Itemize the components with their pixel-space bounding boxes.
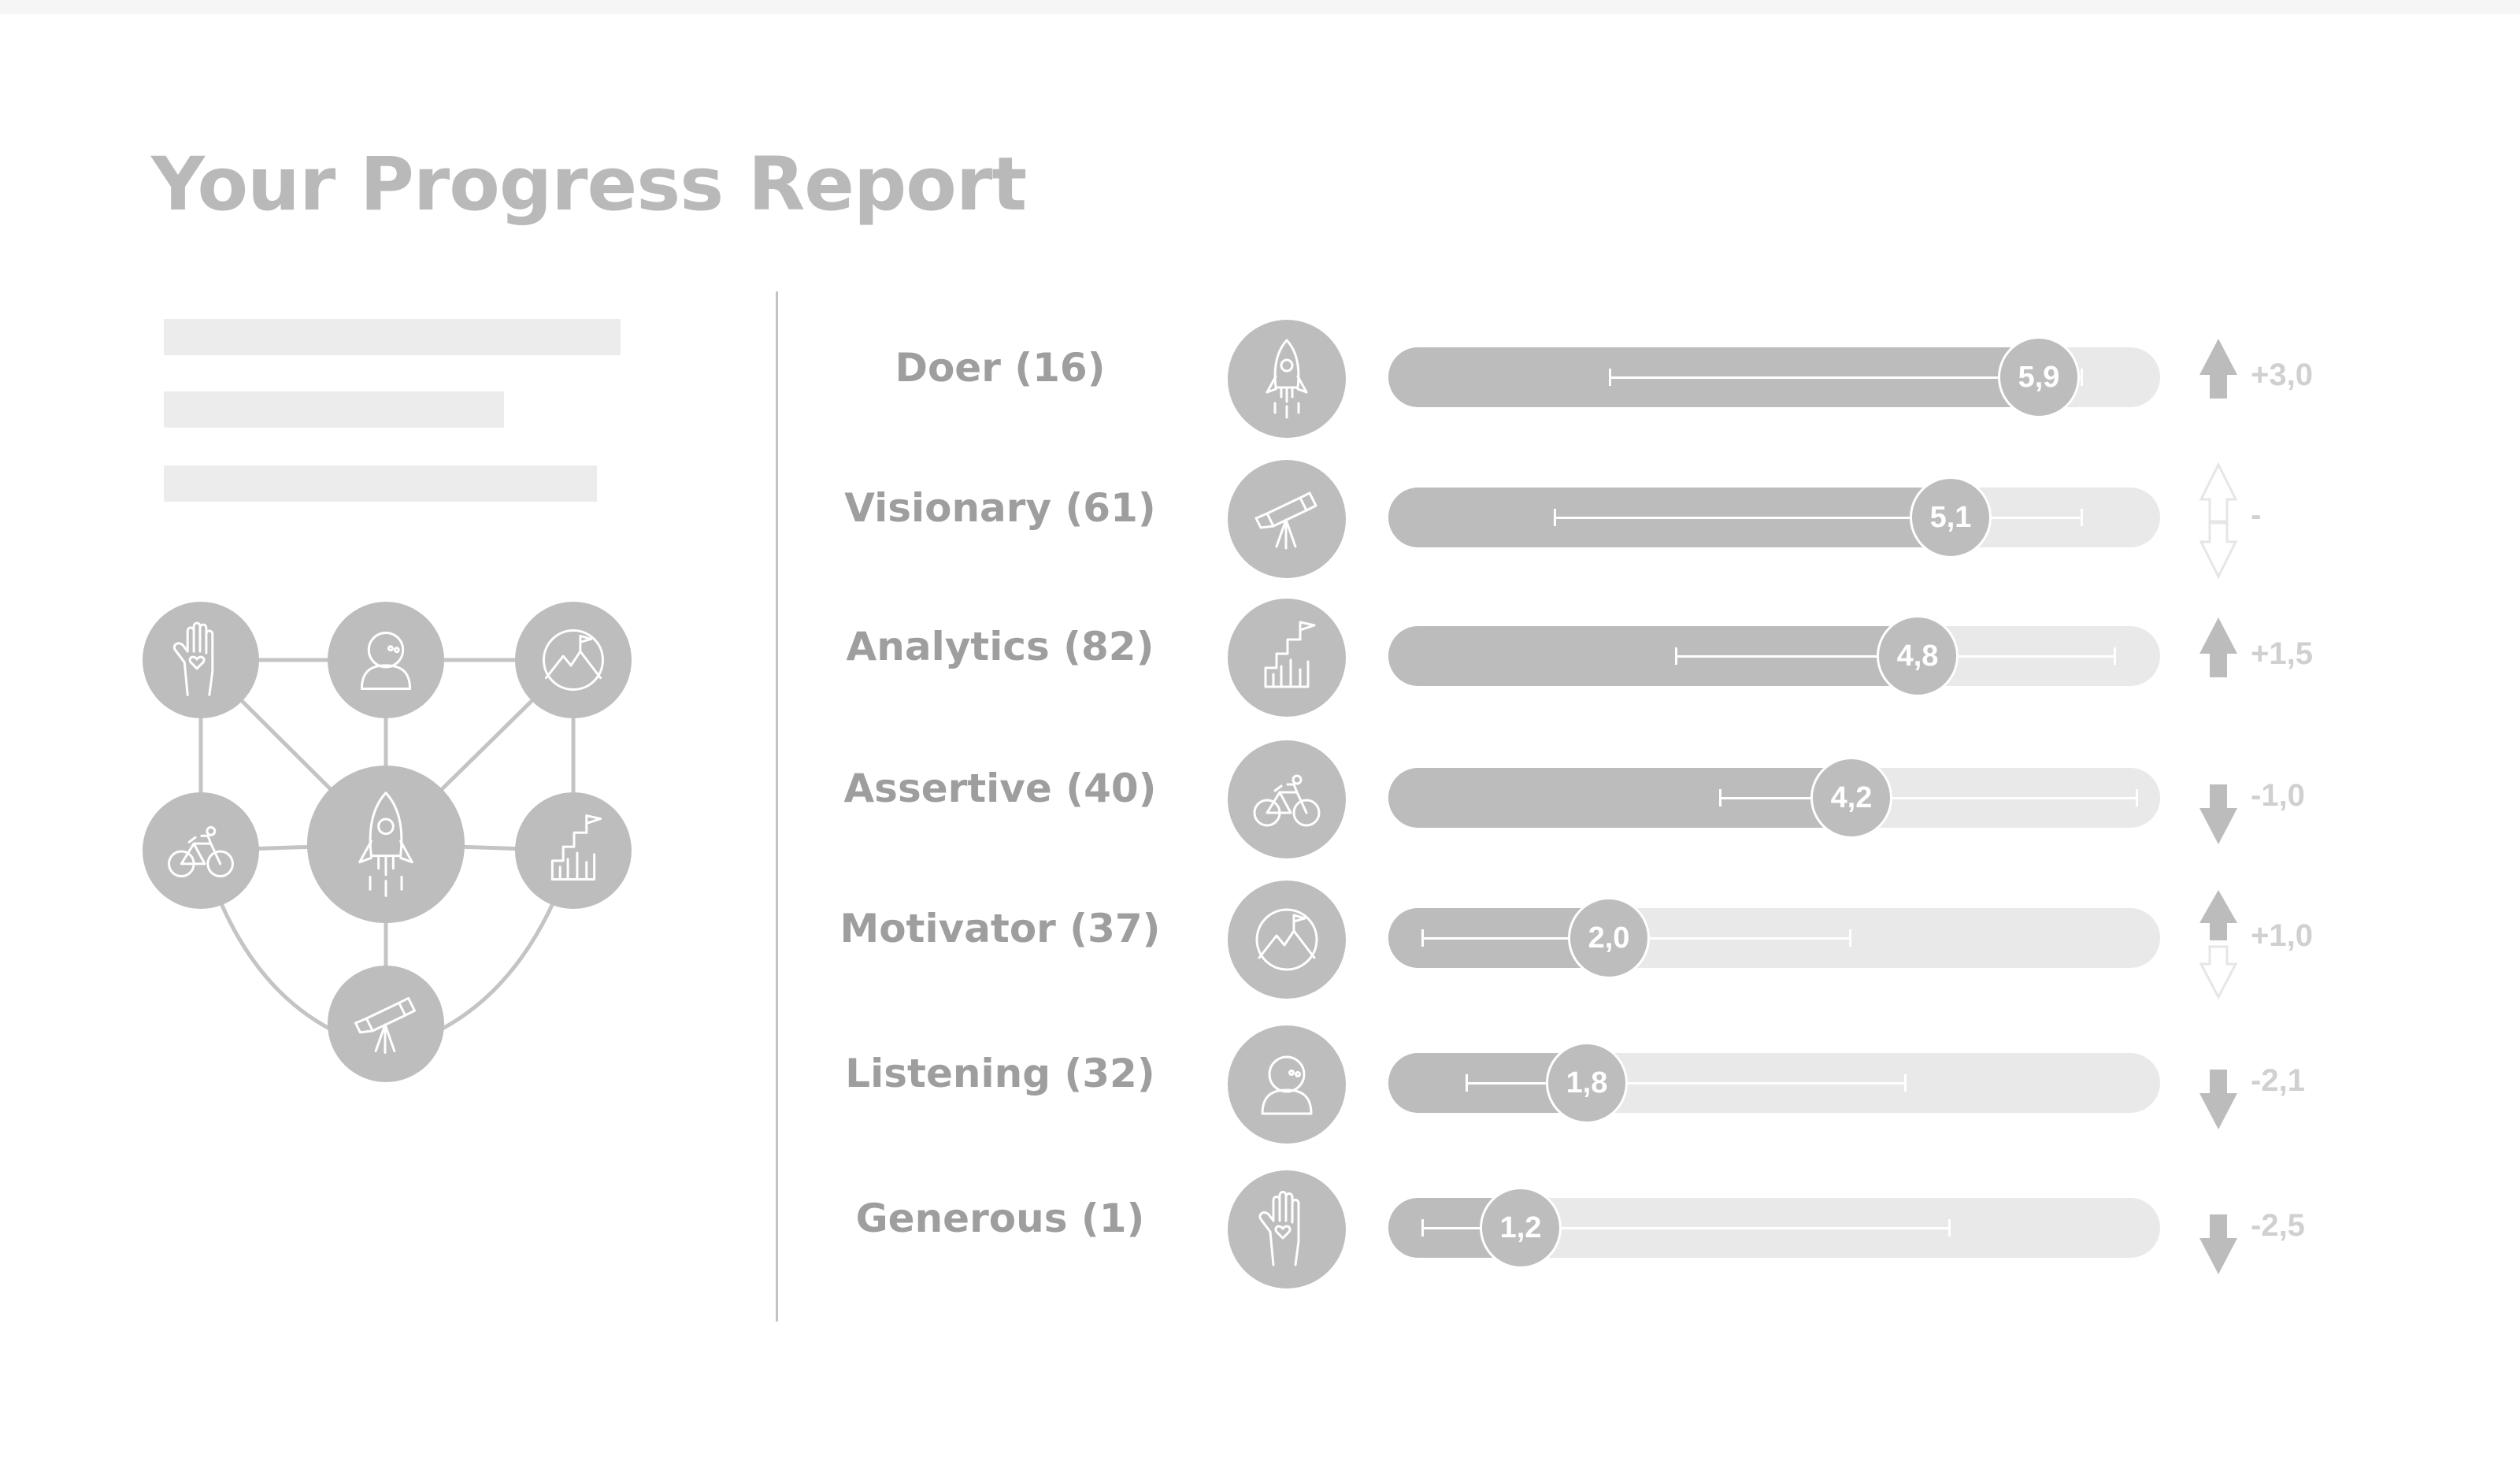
- score-value-bubble: 4,8: [1877, 615, 1959, 697]
- skills-network-diagram: [143, 602, 632, 1082]
- row-visionary: Visionary (61) 5,1 -: [819, 454, 2488, 580]
- whisker-cap: [1466, 1074, 1468, 1092]
- row-label: Visionary (61): [844, 485, 1156, 531]
- row-motivator: Motivator (37) 2,0 +1,0: [819, 874, 2488, 1000]
- text-placeholder-bar: [164, 391, 504, 428]
- row-label: Analytics (82): [846, 624, 1154, 669]
- page-title: Your Progress Report: [151, 142, 1027, 228]
- row-analytics: Analytics (82) 4,8 +1,5: [819, 592, 2488, 718]
- whisker-cap: [1719, 789, 1721, 806]
- doer-node: [307, 766, 465, 923]
- range-whisker: [1554, 509, 2083, 526]
- row-label: Doer (16): [895, 345, 1106, 391]
- whisker-cap: [2114, 647, 2116, 665]
- hand-heart-icon: [1228, 1170, 1346, 1288]
- delta-value: +1,5: [2251, 636, 2313, 671]
- delta-value: +3,0: [2251, 358, 2313, 392]
- listening-node: [328, 602, 444, 718]
- arrow-neutral-icon: [2195, 454, 2242, 588]
- whisker-cap: [1421, 929, 1424, 947]
- whisker-cap: [1421, 1219, 1424, 1237]
- range-whisker: [1719, 789, 2138, 806]
- row-listening: Listening (32) 1,8 -2,1: [819, 1019, 2488, 1145]
- whisker-cap: [1675, 647, 1677, 665]
- whisker-cap: [1554, 509, 1556, 526]
- score-track: 1,2: [1388, 1187, 2160, 1269]
- whisker-cap: [1849, 929, 1851, 947]
- arrow-up-icon: [2195, 874, 2242, 1008]
- row-doer: Doer (16) 5,9 +3,0: [819, 313, 2488, 439]
- arrow-down-icon: [2195, 734, 2242, 868]
- whisker-cap: [1948, 1219, 1951, 1237]
- range-whisker: [1466, 1074, 1907, 1092]
- visionary-node: [328, 966, 444, 1082]
- score-value-bubble: 5,9: [1998, 336, 2080, 418]
- score-track: 4,8: [1388, 615, 2160, 697]
- delta-value: +1,0: [2251, 918, 2313, 953]
- top-strip: [0, 0, 2520, 14]
- score-value-bubble: 4,2: [1810, 757, 1892, 839]
- mountain-flag-icon: [1228, 881, 1346, 999]
- delta-value: -1,0: [2251, 778, 2305, 813]
- row-label: Listening (32): [845, 1051, 1155, 1096]
- row-label: Motivator (37): [839, 906, 1161, 951]
- arrow-up-icon: [2195, 592, 2242, 726]
- score-value-bubble: 2,0: [1568, 897, 1650, 979]
- person-icon: [1228, 1025, 1346, 1144]
- score-track: 1,8: [1388, 1042, 2160, 1124]
- text-placeholder-bar: [164, 319, 621, 355]
- row-assertive: Assertive (40) 4,2 -1,0: [819, 734, 2488, 860]
- row-generous: Generous (1) 1,2 -2,5: [819, 1164, 2488, 1290]
- network-connector: [218, 901, 334, 1033]
- row-label: Assertive (40): [843, 766, 1157, 811]
- arrow-down-icon: [2195, 1019, 2242, 1153]
- delta-value: -2,1: [2251, 1063, 2305, 1098]
- network-connector: [438, 900, 556, 1033]
- whisker-cap: [1609, 369, 1611, 386]
- analytics-node: [515, 792, 632, 909]
- vertical-divider: [776, 291, 778, 1322]
- score-track: 5,1: [1388, 476, 2160, 558]
- telescope-icon: [1228, 460, 1346, 578]
- text-placeholder-bar: [164, 465, 597, 502]
- whisker-cap: [2081, 369, 2083, 386]
- bicycle-icon: [1228, 740, 1346, 858]
- score-track: 2,0: [1388, 897, 2160, 979]
- delta-value: -2,5: [2251, 1208, 2305, 1243]
- score-track: 4,2: [1388, 757, 2160, 839]
- motivator-node: [515, 602, 632, 718]
- delta-value: -: [2251, 498, 2262, 532]
- generous-node: [143, 602, 259, 718]
- row-label: Generous (1): [855, 1196, 1145, 1241]
- whisker-cap: [2081, 509, 2083, 526]
- whisker-cap: [1904, 1074, 1907, 1092]
- score-value-bubble: 1,2: [1480, 1187, 1562, 1269]
- score-track: 5,9: [1388, 336, 2160, 418]
- rocket-icon: [1228, 320, 1346, 438]
- arrow-down-icon: [2195, 1164, 2242, 1298]
- whisker-cap: [2136, 789, 2138, 806]
- bar-blocks-flag-icon: [1228, 599, 1346, 717]
- assertive-node: [143, 792, 259, 909]
- arrow-up-icon: [2195, 313, 2242, 447]
- score-value-bubble: 1,8: [1546, 1042, 1628, 1124]
- score-value-bubble: 5,1: [1910, 476, 1992, 558]
